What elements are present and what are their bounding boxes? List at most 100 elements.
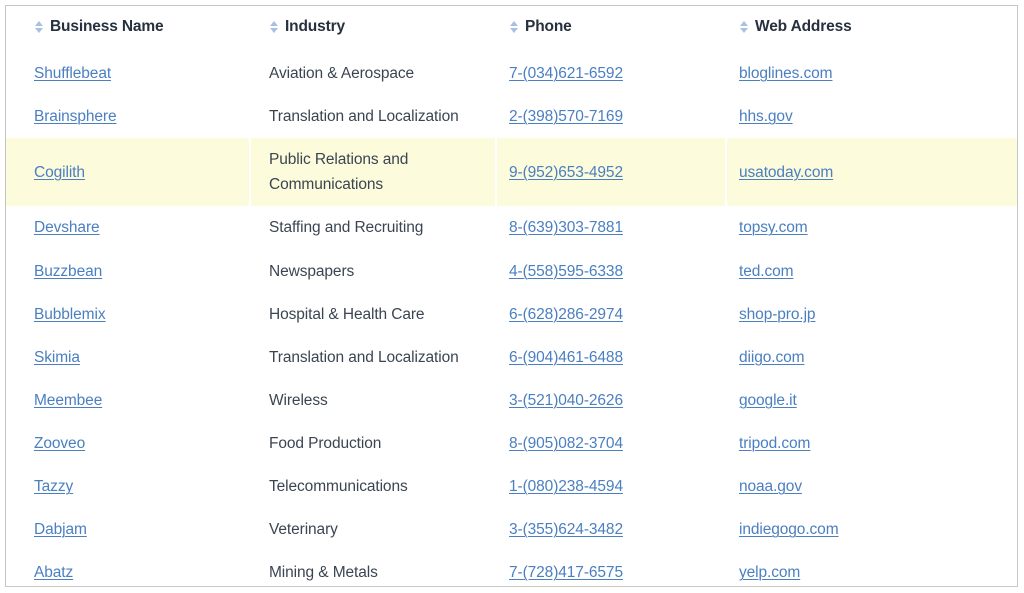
- business-name-link[interactable]: Shufflebeat: [34, 65, 111, 82]
- table-scroll-region[interactable]: Business Name Industry Phone Web Address…: [6, 6, 1017, 586]
- business-name-cell: Brainsphere: [6, 95, 251, 139]
- phone-cell: 3-(521)040-2626: [497, 378, 727, 422]
- web-address-link[interactable]: usatoday.com: [739, 164, 833, 181]
- business-name-link[interactable]: Bubblemix: [34, 306, 106, 323]
- phone-link[interactable]: 4-(558)595-6338: [509, 263, 623, 280]
- web-address-cell: shop-pro.jp: [727, 292, 1017, 336]
- table-row[interactable]: Dabjam Veterinary 3-(355)624-3482 indiegogo…: [6, 508, 1017, 552]
- web-address-link[interactable]: ted.com: [739, 263, 794, 280]
- phone-cell: 9-(952)653-4952: [497, 138, 727, 207]
- phone-link[interactable]: 6-(904)461-6488: [509, 349, 623, 366]
- industry-cell: Hospital & Health Care: [251, 292, 497, 336]
- business-name-cell: Cogilith: [6, 138, 251, 207]
- business-name-cell: Skimia: [6, 335, 251, 379]
- business-name-link[interactable]: Tazzy: [34, 478, 73, 495]
- column-header-web-address[interactable]: Web Address: [727, 12, 1017, 52]
- phone-link[interactable]: 8-(639)303-7881: [509, 219, 623, 236]
- web-address-cell: hhs.gov: [727, 95, 1017, 139]
- business-name-cell: Devshare: [6, 206, 251, 250]
- phone-link[interactable]: 2-(398)570-7169: [509, 108, 623, 125]
- table-row[interactable]: Bubblemix Hospital & Health Care 6-(628)28…: [6, 292, 1017, 336]
- business-name-link[interactable]: Brainsphere: [34, 108, 117, 125]
- sort-updown-icon[interactable]: [739, 19, 748, 35]
- sort-updown-icon[interactable]: [34, 19, 43, 35]
- industry-cell: Translation and Localization: [251, 335, 497, 379]
- web-address-link[interactable]: topsy.com: [739, 219, 808, 236]
- table-row[interactable]: Tazzy Telecommunications 1-(080)238-4594 no…: [6, 465, 1017, 509]
- business-name-link[interactable]: Cogilith: [34, 164, 85, 181]
- web-address-cell: diigo.com: [727, 335, 1017, 379]
- business-name-link[interactable]: Buzzbean: [34, 263, 102, 280]
- web-address-link[interactable]: bloglines.com: [739, 65, 833, 82]
- business-name-link[interactable]: Skimia: [34, 349, 80, 366]
- web-address-link[interactable]: noaa.gov: [739, 478, 802, 495]
- industry-text: Hospital & Health Care: [269, 305, 425, 323]
- table-row[interactable]: Meembee Wireless 3-(521)040-2626 google.it: [6, 378, 1017, 422]
- web-address-link[interactable]: shop-pro.jp: [739, 306, 816, 323]
- sort-updown-icon[interactable]: [269, 19, 278, 35]
- industry-text: Wireless: [269, 391, 328, 409]
- phone-link[interactable]: 1-(080)238-4594: [509, 478, 623, 495]
- web-address-link[interactable]: hhs.gov: [739, 108, 793, 125]
- industry-text: Translation and Localization: [269, 108, 459, 126]
- column-header-phone[interactable]: Phone: [497, 12, 727, 52]
- table-row[interactable]: Shufflebeat Aviation & Aerospace 7-(034)62…: [6, 52, 1017, 96]
- web-address-cell: google.it: [727, 378, 1017, 422]
- phone-cell: 6-(904)461-6488: [497, 335, 727, 379]
- industry-text: Staffing and Recruiting: [269, 219, 424, 237]
- industry-cell: Newspapers: [251, 249, 497, 293]
- table-header: Business Name Industry Phone Web Address: [6, 12, 1017, 52]
- phone-link[interactable]: 3-(355)624-3482: [509, 521, 623, 538]
- phone-cell: 3-(355)624-3482: [497, 508, 727, 552]
- phone-link[interactable]: 6-(628)286-2974: [509, 306, 623, 323]
- industry-cell: Wireless: [251, 378, 497, 422]
- table-row[interactable]: Skimia Translation and Localization 6-(904…: [6, 335, 1017, 379]
- table-body: Shufflebeat Aviation & Aerospace 7-(034)62…: [6, 52, 1017, 586]
- phone-link[interactable]: 7-(728)417-6575: [509, 564, 623, 581]
- business-name-link[interactable]: Zooveo: [34, 435, 85, 452]
- table-row[interactable]: Brainsphere Translation and Localization 2…: [6, 95, 1017, 139]
- web-address-cell: usatoday.com: [727, 138, 1017, 207]
- table-header-row: Business Name Industry Phone Web Address: [6, 12, 1017, 52]
- web-address-link[interactable]: tripod.com: [739, 435, 810, 452]
- column-header-industry[interactable]: Industry: [251, 12, 497, 52]
- web-address-link[interactable]: indiegogo.com: [739, 521, 839, 538]
- table-row[interactable]: Abatz Mining & Metals 7-(728)417-6575 yelp.…: [6, 551, 1017, 586]
- web-address-link[interactable]: yelp.com: [739, 564, 800, 581]
- industry-cell: Translation and Localization: [251, 95, 497, 139]
- industry-text: Translation and Localization: [269, 348, 459, 366]
- phone-link[interactable]: 7-(034)621-6592: [509, 65, 623, 82]
- table-row[interactable]: Zooveo Food Production 8-(905)082-3704 trip…: [6, 421, 1017, 466]
- table-row[interactable]: Cogilith Public Relations and Communicati…: [6, 138, 1017, 207]
- business-name-link[interactable]: Meembee: [34, 392, 102, 409]
- business-name-link[interactable]: Dabjam: [34, 521, 87, 538]
- phone-cell: 7-(728)417-6575: [497, 551, 727, 586]
- sort-updown-icon[interactable]: [509, 19, 518, 35]
- business-name-link[interactable]: Abatz: [34, 564, 73, 581]
- industry-cell: Food Production: [251, 421, 497, 466]
- table-row[interactable]: Buzzbean Newspapers 4-(558)595-6338 ted.com: [6, 249, 1017, 293]
- industry-cell: Veterinary: [251, 508, 497, 552]
- web-address-link[interactable]: google.it: [739, 392, 797, 409]
- industry-cell: Mining & Metals: [251, 551, 497, 586]
- business-name-link[interactable]: Devshare: [34, 219, 100, 236]
- industry-cell: Staffing and Recruiting: [251, 206, 497, 250]
- table-row[interactable]: Devshare Staffing and Recruiting 8-(639)30…: [6, 206, 1017, 250]
- phone-link[interactable]: 8-(905)082-3704: [509, 435, 623, 452]
- industry-text: Mining & Metals: [269, 564, 378, 582]
- industry-text: Aviation & Aerospace: [269, 65, 415, 82]
- phone-cell: 8-(639)303-7881: [497, 206, 727, 250]
- web-address-cell: yelp.com: [727, 551, 1017, 586]
- phone-link[interactable]: 9-(952)653-4952: [509, 164, 623, 181]
- column-header-business-name[interactable]: Business Name: [6, 12, 251, 52]
- phone-cell: 2-(398)570-7169: [497, 95, 727, 139]
- web-address-link[interactable]: diigo.com: [739, 349, 805, 366]
- business-name-cell: Shufflebeat: [6, 52, 251, 96]
- business-name-cell: Dabjam: [6, 508, 251, 552]
- column-header-label: Phone: [525, 18, 572, 35]
- phone-link[interactable]: 3-(521)040-2626: [509, 392, 623, 409]
- phone-cell: 1-(080)238-4594: [497, 465, 727, 509]
- phone-cell: 4-(558)595-6338: [497, 249, 727, 293]
- web-address-cell: indiegogo.com: [727, 508, 1017, 552]
- business-directory-table: Business Name Industry Phone Web Address…: [6, 12, 1017, 586]
